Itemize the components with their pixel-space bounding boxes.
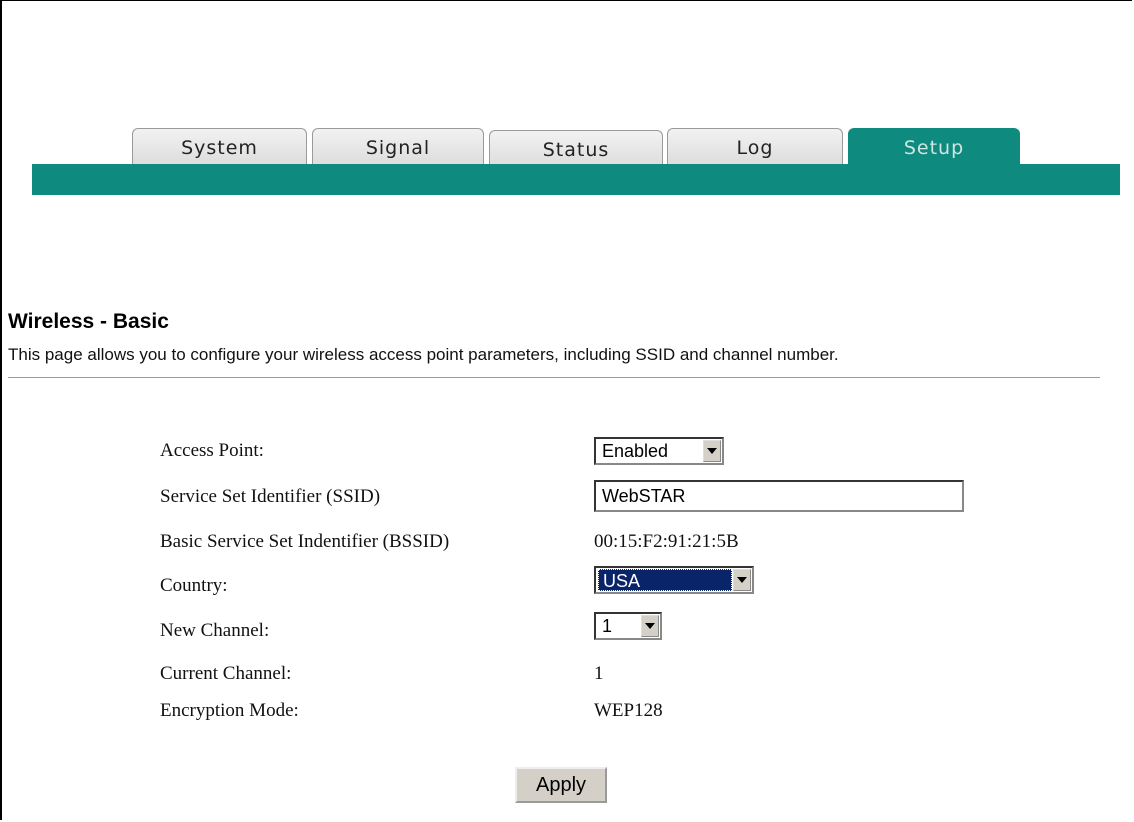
country-value: USA: [598, 569, 732, 591]
ssid-label: Service Set Identifier (SSID): [160, 486, 381, 507]
new-channel-select[interactable]: 1: [594, 612, 662, 640]
bssid-value: 00:15:F2:91:21:5B: [594, 531, 739, 552]
tab-bar: System Signal Status Log Setup: [0, 0, 1134, 200]
new-channel-value: 1: [602, 616, 613, 636]
access-point-label: Access Point:: [160, 440, 264, 461]
chevron-down-icon: [641, 615, 659, 637]
tab-setup[interactable]: Setup: [848, 128, 1020, 166]
bssid-label: Basic Service Set Indentifier (BSSID): [160, 531, 450, 552]
access-point-value: Enabled: [602, 441, 669, 461]
divider: [8, 377, 1100, 378]
chevron-down-icon: [733, 569, 751, 591]
page-description: This page allows you to configure your w…: [8, 345, 839, 364]
chevron-down-icon: [703, 440, 721, 462]
apply-button[interactable]: Apply: [515, 767, 607, 803]
current-channel-value: 1: [594, 663, 604, 684]
tab-signal[interactable]: Signal: [312, 128, 484, 166]
country-label: Country:: [160, 575, 228, 596]
country-select[interactable]: USA: [594, 566, 754, 594]
tab-status[interactable]: Status: [489, 130, 663, 168]
ssid-input[interactable]: WebSTAR: [594, 480, 964, 512]
page-title: Wireless - Basic: [8, 310, 169, 333]
tab-underline-bar: [32, 164, 1120, 195]
new-channel-label: New Channel:: [160, 620, 270, 641]
tab-system[interactable]: System: [132, 128, 307, 166]
tab-log[interactable]: Log: [667, 128, 843, 166]
encryption-mode-value: WEP128: [594, 700, 663, 721]
current-channel-label: Current Channel:: [160, 663, 292, 684]
encryption-mode-label: Encryption Mode:: [160, 700, 299, 721]
access-point-select[interactable]: Enabled: [594, 437, 724, 465]
